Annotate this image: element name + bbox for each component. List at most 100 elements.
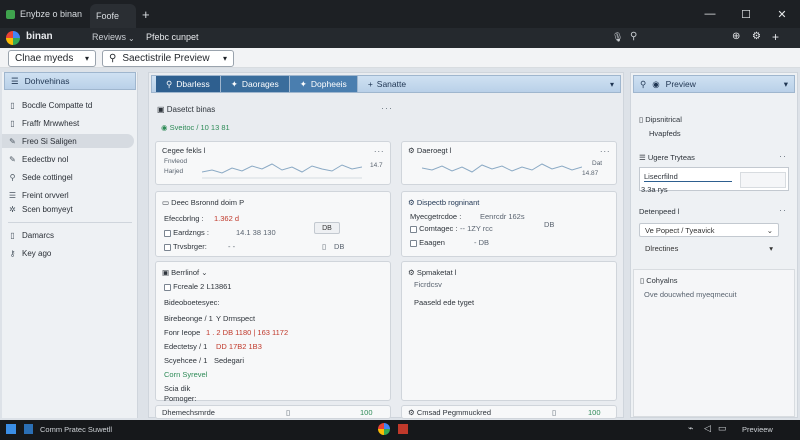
checkbox[interactable] (410, 225, 417, 233)
view-select-value: Saectistrile Preview (122, 53, 210, 64)
more-icon[interactable]: ... (374, 144, 385, 154)
add-icon: + (367, 79, 373, 89)
settings-icon: ⚙ (408, 146, 417, 155)
more-icon[interactable]: ·· (779, 151, 787, 161)
footer-card-1: Dhemechsmrde ▯ 100 (155, 405, 391, 419)
browser-tab-2[interactable]: Foofe (90, 4, 136, 28)
pen-icon: ✎ (9, 136, 16, 146)
sidebar-item-3[interactable]: ✎ Freo Si Saligen (2, 134, 134, 148)
add-icon[interactable]: + (772, 30, 779, 44)
chevron-down-icon[interactable]: ▾ (784, 79, 788, 90)
sparkline-series (422, 163, 582, 173)
footer-label: Dhemechsmrde (162, 408, 215, 417)
lock-icon[interactable]: ⚲ (630, 31, 637, 42)
file-icon[interactable]: ▯ (286, 408, 290, 417)
close-button[interactable]: ✕ (764, 0, 800, 28)
maximize-button[interactable]: ☐ (728, 0, 764, 28)
battery-icon[interactable]: ▭ (718, 423, 727, 434)
tab-dbarless[interactable]: ⚲ Dbarless (156, 76, 220, 92)
summary-subtitle: Hvapfeds (649, 129, 681, 138)
detail-label: Pomoger: (164, 394, 197, 403)
sidebar-item-8[interactable]: ▯ Damarcs (8, 228, 54, 242)
detail-subtitle: Ficrdcsv (414, 280, 442, 289)
chevron-down-icon[interactable]: ⌄ (201, 268, 207, 277)
group-title: ▯ Cohyalns (640, 276, 678, 285)
detail-label: Birebeonge / 1 (164, 314, 213, 323)
chevron-down-icon: ▾ (84, 54, 89, 63)
app-name: binan (26, 31, 53, 42)
sparkline-chart (422, 163, 582, 173)
key-icon: ⚷ (9, 248, 16, 258)
detail-label: Scia dik (164, 384, 191, 393)
row-label: Myecgetrcdoe : (410, 212, 462, 221)
footer-value: 100 (360, 408, 373, 417)
group-text: Ove doucwhed myeqmecuit (644, 290, 737, 299)
list-icon: ☰ (11, 75, 19, 86)
row-value: -- 1ZY rcc (460, 224, 493, 233)
sidebar-item-2[interactable]: ▯ Fraffr Mrwwhest (8, 116, 79, 130)
legend-label: Dat (592, 160, 603, 167)
text-input[interactable]: Lisecrfilnd (644, 172, 678, 181)
preview-thumbnail (740, 172, 786, 188)
checkbox[interactable] (164, 243, 171, 251)
microphone-icon[interactable]: 🎙 (612, 32, 623, 43)
view-select[interactable]: ⚲ Saectistrile Preview ▾ (102, 50, 234, 67)
more-icon[interactable]: ·· (779, 205, 787, 215)
action-button[interactable]: DB (314, 222, 340, 234)
app-icon[interactable] (24, 424, 33, 434)
sidebar-item-4[interactable]: ✎ Eedectbv nol (8, 152, 68, 166)
workspace-select-value: Clnae myeds (15, 53, 74, 64)
detail-card-2: ⚙ Spmaketat l Ficrdcsv Paaseld ede tyget (401, 261, 617, 401)
columns-section: ▯ Cohyalns Ove doucwhed myeqmecuit (633, 269, 795, 417)
direction-select[interactable]: Dlrectines ▾ (639, 241, 779, 255)
sidebar-item-7[interactable]: ✲ Scen bomyeyt (8, 202, 73, 216)
sidebar-item-1[interactable]: ▯ Bocdle Compatte td (8, 98, 92, 112)
app-taskbar-icon[interactable] (398, 424, 408, 434)
sidebar-item-9[interactable]: ⚷ Key ago (8, 246, 52, 260)
browser-tab-1[interactable]: Enybze o binan (4, 0, 84, 28)
image-icon: ▣ (162, 268, 172, 277)
checkbox[interactable] (164, 229, 171, 237)
sidebar-item-6[interactable]: ☰ Freint orvverl (8, 188, 69, 202)
row-label: Efeccbrlng : (164, 214, 204, 223)
network-icon[interactable]: ⌁ (688, 423, 693, 434)
list-icon: ☰ (8, 190, 17, 200)
sidebar-item-5[interactable]: ⚲ Sede cottingel (8, 170, 73, 184)
footer-value: 100 (588, 408, 601, 417)
detail-card-1: ▣ Berrlinof ⌄ Fcreale 2 L13861 Bideoboet… (155, 261, 391, 403)
new-tab-button[interactable]: + (142, 0, 156, 28)
more-icon[interactable]: ... (600, 144, 611, 154)
workspace-select[interactable]: Clnae myeds ▾ (8, 50, 96, 67)
pin-icon: ✦ (230, 78, 238, 89)
calendar-icon[interactable]: ▯ (322, 242, 326, 251)
volume-icon[interactable]: ◁ (704, 423, 711, 434)
zoom-icon[interactable]: ⊕ (732, 31, 740, 42)
start-icon[interactable] (6, 424, 16, 434)
tab-dopheeis[interactable]: ✦ Dopheeis (288, 76, 357, 92)
chart-card-1: Cegee fekls l ... Fnvleod Harjed 14.7 (155, 141, 391, 185)
row-extra: DB (334, 242, 345, 251)
preview-header: ⚲ ◉ Preview ▾ (633, 75, 795, 93)
checkbox[interactable] (164, 283, 171, 291)
chevron-down-icon[interactable]: ⌄ (128, 34, 135, 43)
tab-favicon-icon (6, 9, 15, 19)
more-icon[interactable]: ··· (381, 103, 393, 113)
tab-label: Foofe (96, 11, 120, 21)
taskbar-app-label[interactable]: Comm Pratec Suwetll (40, 425, 112, 434)
browser-taskbar-icon[interactable] (378, 423, 390, 435)
type-select[interactable]: Ve Popect / Tyeavick ⌄ (639, 223, 779, 237)
file-icon[interactable]: ▯ (552, 408, 556, 417)
checkbox[interactable] (410, 239, 417, 247)
nav-reviews-link[interactable]: Reviews (92, 32, 126, 42)
row-label: Trvsbrger: (164, 242, 207, 251)
table-card-1: ▭ Deec Bsronnd doim P Efeccbrlng : 1.362… (155, 191, 391, 257)
gear-icon: ⚙ (408, 268, 417, 277)
gear-icon[interactable]: ⚙ (752, 31, 761, 42)
page-title-address[interactable]: Pfebc cunpet (146, 32, 199, 42)
table-card-2: ⚙ Dispectb rogninant Myecgetrcdoe : Eenr… (401, 191, 617, 257)
minimize-button[interactable]: — (692, 0, 728, 28)
tab-sanatte[interactable]: + Sanatte (356, 76, 416, 92)
chevron-down-icon[interactable]: ▾ (610, 80, 614, 89)
preview-title: Preview (665, 79, 696, 89)
tab-daorages[interactable]: ✦ Daorages (219, 76, 289, 92)
